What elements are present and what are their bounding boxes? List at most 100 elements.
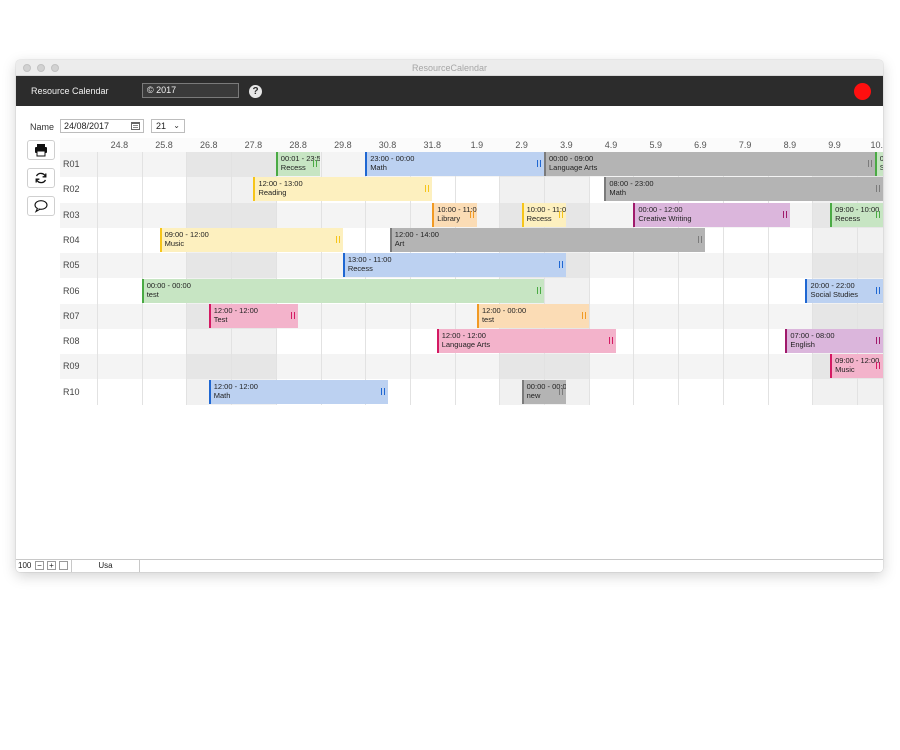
resize-handle-icon[interactable]	[867, 160, 872, 167]
app-title: Resource Calendar	[31, 86, 109, 96]
event-title: English	[790, 340, 815, 350]
resize-handle-icon[interactable]	[875, 337, 880, 345]
day-header: 10.9	[870, 140, 883, 150]
resize-handle-icon[interactable]	[291, 311, 296, 319]
resize-handle-icon[interactable]	[313, 160, 318, 167]
day-header: 25.8	[155, 140, 173, 150]
zoom-window-button[interactable]	[51, 64, 59, 72]
status-bar: 100 − + Usa	[16, 559, 883, 572]
calendar-event[interactable]: 12:00 - 12:00 Test	[208, 303, 299, 328]
calendar-event[interactable]: 00:00 - 09:00 Language Arts	[544, 152, 875, 176]
calendar-event[interactable]: 13:00 - 11:00 Recess	[342, 253, 567, 278]
zoom-out-button[interactable]: −	[35, 561, 44, 570]
status-message-area	[139, 560, 883, 572]
resource-label: R06	[63, 285, 80, 296]
calendar-event[interactable]: 00:01 - 23:59Recess	[275, 152, 321, 176]
day-header: 1.9	[470, 140, 484, 150]
calendar-event[interactable]: 10:00 - 11:00 Recess	[521, 202, 567, 227]
close-window-button[interactable]	[23, 64, 31, 72]
calendar-event[interactable]: 23:00 - 00:00 Math	[365, 152, 544, 176]
minimize-window-button[interactable]	[37, 64, 45, 72]
calendar-picker-icon[interactable]	[131, 122, 140, 130]
day-header: 2.9	[515, 140, 528, 150]
refresh-button[interactable]	[27, 168, 55, 188]
resource-calendar-grid: 24.8 25.8 26.8 27.8 28.8 29.8 30.8 31.8 1.9 2.9 3.…	[60, 138, 883, 558]
calendar-event[interactable]: 20:00 - 22:00 Social Studies	[805, 278, 883, 303]
day-header: 26.8	[199, 140, 218, 150]
resize-handle-icon[interactable]	[380, 387, 385, 395]
days-select[interactable]: 21 ⌄	[151, 119, 185, 133]
resource-label: R01	[63, 159, 80, 169]
event-title: Reading	[258, 188, 287, 198]
resize-handle-icon[interactable]	[875, 185, 880, 193]
refresh-icon	[35, 172, 47, 184]
resource-label: R08	[63, 336, 80, 347]
resize-handle-icon[interactable]	[536, 160, 541, 167]
resize-handle-icon[interactable]	[559, 261, 564, 269]
resize-handle-icon[interactable]	[875, 362, 880, 370]
calendar-event[interactable]: 0(S	[874, 152, 883, 176]
calendar-event[interactable]: 12:00 - 13:00 Reading	[253, 177, 433, 202]
calendar-event[interactable]: 08:00 - 23:00 Math	[604, 177, 883, 202]
layout-toggle-icon[interactable]	[59, 561, 68, 570]
app-header: Resource Calendar © 2017 ?	[16, 76, 883, 106]
day-header: 5.9	[649, 140, 662, 150]
comment-button[interactable]	[27, 196, 55, 216]
zoom-in-button[interactable]: +	[47, 561, 56, 570]
event-time: 00:00 - 12:00	[638, 204, 683, 214]
calendar-event[interactable]: 09:00 - 10:00 Recess	[830, 202, 883, 227]
resize-handle-icon[interactable]	[608, 337, 613, 345]
calendar-event[interactable]: 12:00 - 12:00 Language Arts	[436, 329, 616, 354]
zoom-level: 100	[18, 561, 32, 570]
copyright-field[interactable]: © 2017	[142, 83, 239, 98]
calendar-event[interactable]: 07:00 - 08:00 English	[785, 329, 883, 354]
resize-handle-icon[interactable]	[581, 311, 586, 319]
resize-handle-icon[interactable]	[469, 210, 474, 218]
event-title: Creative Writing	[638, 213, 692, 223]
days-value: 21	[156, 121, 167, 131]
resource-row	[60, 303, 883, 329]
calendar-event[interactable]: 12:00 - 12:00 Math	[208, 379, 388, 404]
day-header: 27.8	[244, 140, 263, 150]
event-time: 12:00 - 14:00	[394, 229, 439, 239]
calendar-event[interactable]: 12:00 - 00:00 test	[476, 303, 589, 328]
resize-handle-icon[interactable]	[697, 235, 702, 243]
event-time: 09:00 - 12:00	[164, 229, 209, 239]
resource-label: R09	[63, 361, 80, 372]
event-time: 00:00 - 09:00	[549, 154, 594, 163]
resize-handle-icon[interactable]	[875, 286, 880, 294]
resize-handle-icon[interactable]	[335, 235, 340, 243]
region-label: Usa	[71, 560, 139, 572]
resize-handle-icon[interactable]	[536, 286, 541, 294]
record-indicator-icon[interactable]	[854, 83, 871, 100]
printer-icon	[35, 144, 47, 157]
calendar-event[interactable]: 00:00 - 12:00 Creative Writing	[633, 202, 790, 227]
day-header: 7.9	[738, 140, 752, 150]
calendar-event[interactable]: 00:00 - 00:00new	[521, 379, 567, 404]
chevron-down-icon: ⌄	[173, 121, 180, 130]
event-time: 12:00 - 12:00	[441, 331, 486, 341]
event-title: Language Arts	[549, 163, 598, 172]
resize-handle-icon[interactable]	[559, 387, 564, 395]
event-time: 00:00 - 00:00	[146, 280, 191, 290]
day-header: 29.8	[334, 140, 352, 150]
print-button[interactable]	[27, 140, 55, 160]
day-header: 3.9	[560, 140, 573, 150]
resize-handle-icon[interactable]	[559, 210, 564, 218]
event-title: Music	[164, 238, 185, 248]
resize-handle-icon[interactable]	[875, 210, 880, 218]
event-title: test	[146, 289, 159, 299]
resize-handle-icon[interactable]	[425, 185, 430, 193]
event-title: Art	[394, 238, 405, 248]
weekend-column	[544, 152, 589, 405]
event-time: 12:00 - 00:00	[481, 305, 527, 315]
calendar-event[interactable]: 09:00 - 12:00 Music	[159, 227, 343, 252]
resize-handle-icon[interactable]	[782, 210, 787, 218]
calendar-event[interactable]: 10:00 - 11:00 Library	[432, 202, 477, 227]
calendar-event[interactable]: 09:00 - 12:00 Music	[830, 354, 883, 379]
calendar-event[interactable]: 12:00 - 14:00 Art	[389, 227, 705, 252]
day-header: 4.9	[604, 140, 618, 150]
date-input[interactable]: 24/08/2017	[60, 119, 144, 133]
help-icon[interactable]: ?	[249, 85, 262, 98]
calendar-event[interactable]: 00:00 - 00:00 test	[141, 278, 544, 303]
